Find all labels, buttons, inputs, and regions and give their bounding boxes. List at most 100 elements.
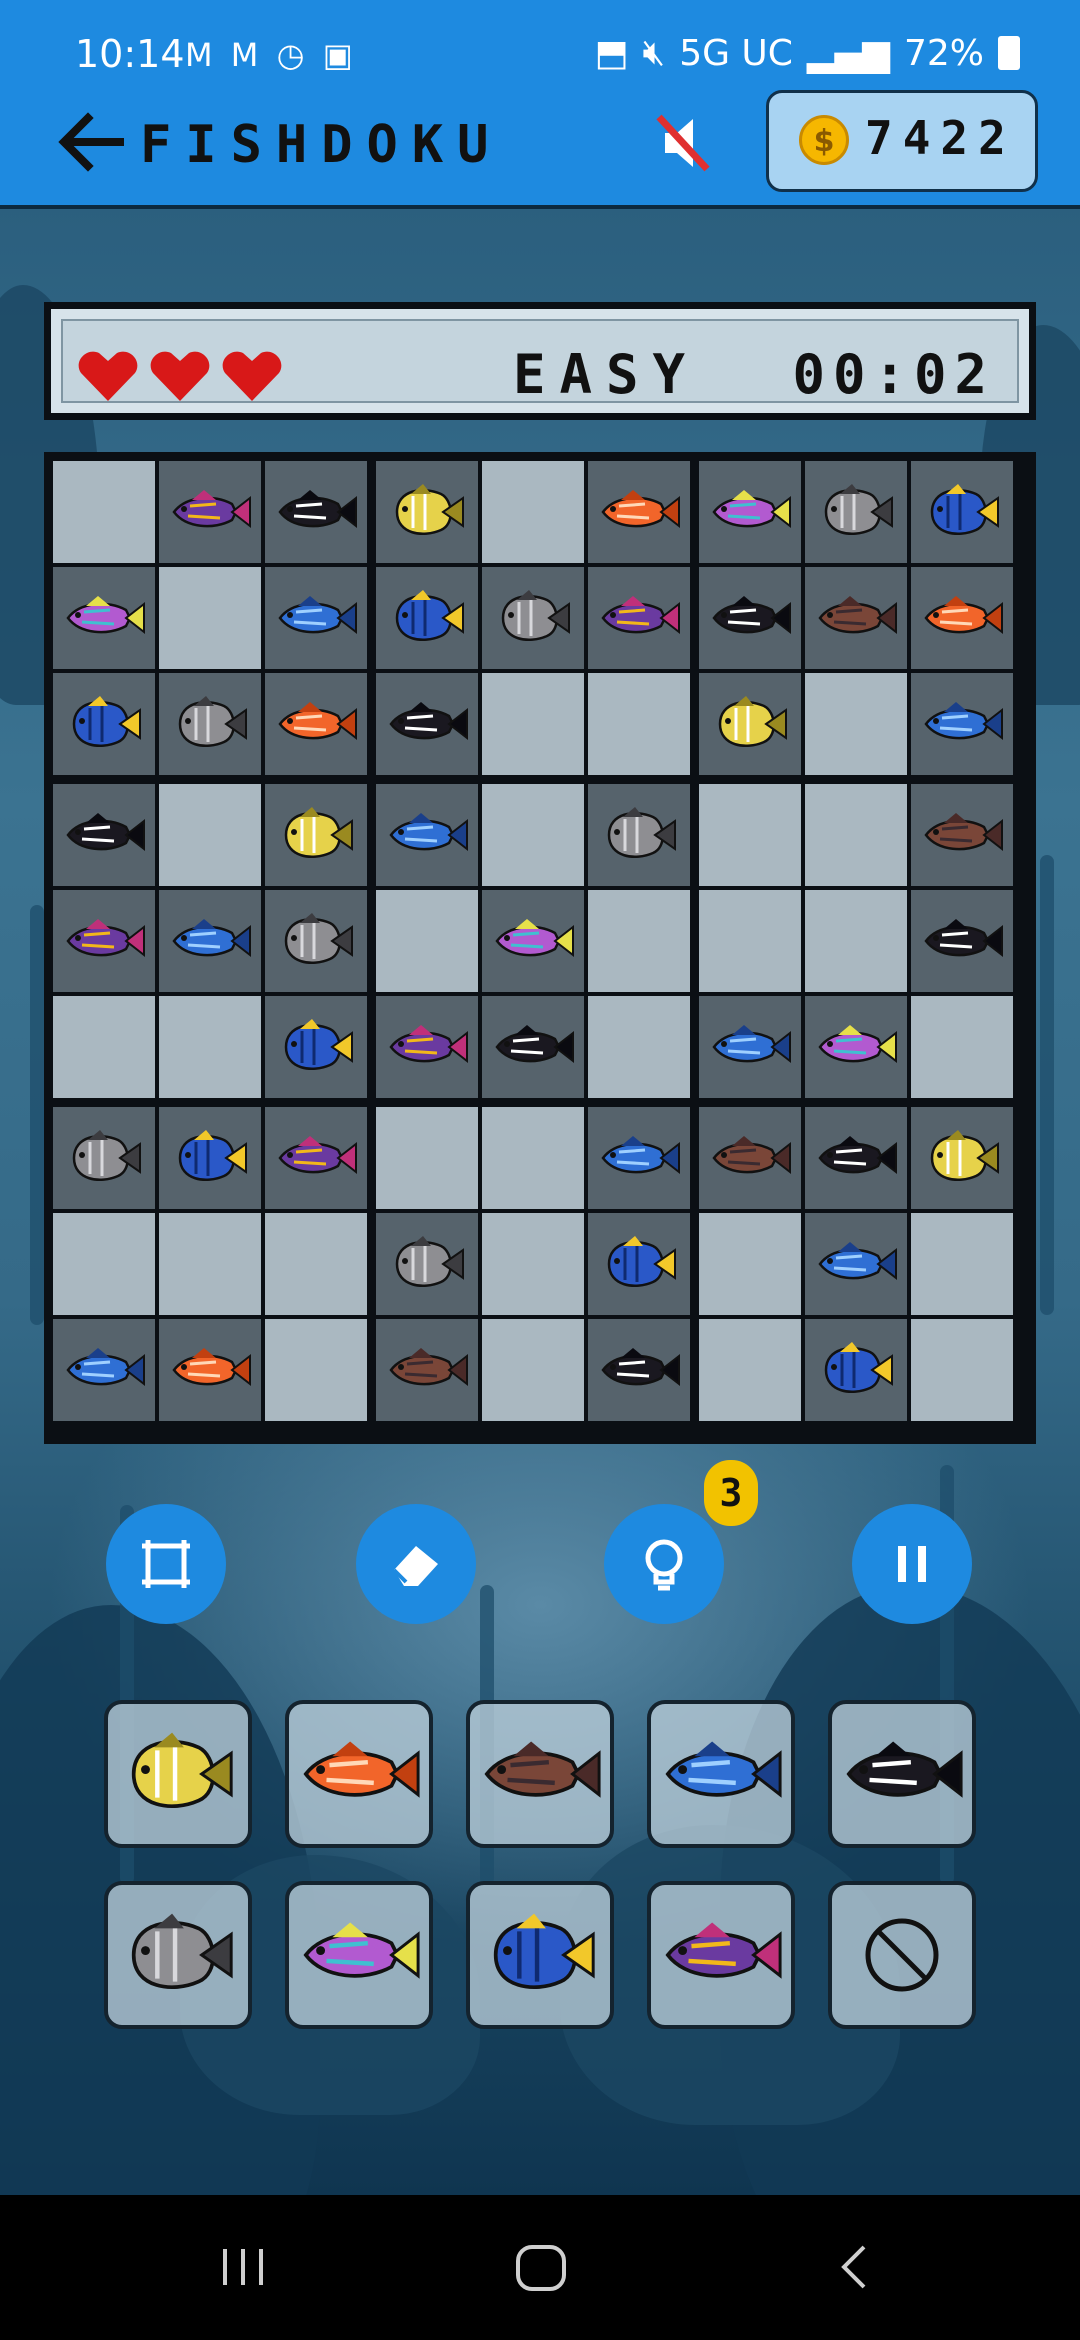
board-cell[interactable]: [588, 567, 690, 669]
board-cell[interactable]: [53, 1213, 155, 1315]
palette-blue-chromis-button[interactable]: [647, 1700, 795, 1848]
board-cell[interactable]: [159, 996, 261, 1098]
board-cell[interactable]: [482, 1213, 584, 1315]
board-cell[interactable]: [588, 1213, 690, 1315]
board-cell[interactable]: [482, 567, 584, 669]
hint-button[interactable]: [604, 1504, 724, 1624]
board-cell[interactable]: [588, 996, 690, 1098]
board-cell[interactable]: [159, 673, 261, 775]
board-cell[interactable]: [376, 1319, 478, 1421]
board-cell[interactable]: [805, 1213, 907, 1315]
board-cell[interactable]: [911, 784, 1013, 886]
palette-butterflyfish-button[interactable]: [104, 1700, 252, 1848]
board-cell[interactable]: [376, 1213, 478, 1315]
board-cell[interactable]: [482, 890, 584, 992]
palette-royal-dottyback-button[interactable]: [647, 1881, 795, 2029]
board-cell[interactable]: [911, 673, 1013, 775]
recent-apps-icon[interactable]: [215, 2235, 271, 2299]
board-cell[interactable]: [482, 996, 584, 1098]
board-cell[interactable]: [53, 784, 155, 886]
board-cell[interactable]: [376, 996, 478, 1098]
palette-blue-tang-button[interactable]: [466, 1881, 614, 2029]
palette-wrasse-button[interactable]: [285, 1881, 433, 2029]
palette-grey-angelfish-button[interactable]: [104, 1881, 252, 2029]
board-cell[interactable]: [53, 1107, 155, 1209]
board-cell[interactable]: [159, 461, 261, 563]
board-cell[interactable]: [699, 567, 801, 669]
board-cell[interactable]: [699, 996, 801, 1098]
board-cell[interactable]: [53, 673, 155, 775]
board-cell[interactable]: [699, 1213, 801, 1315]
board-cell[interactable]: [911, 996, 1013, 1098]
board-cell[interactable]: [482, 1107, 584, 1209]
board-cell[interactable]: [805, 1319, 907, 1421]
board-cell[interactable]: [805, 784, 907, 886]
back-nav-icon[interactable]: [828, 2235, 884, 2299]
board-cell[interactable]: [911, 1107, 1013, 1209]
board-cell[interactable]: [805, 673, 907, 775]
board-cell[interactable]: [482, 784, 584, 886]
board-cell[interactable]: [482, 461, 584, 563]
board-cell[interactable]: [265, 461, 367, 563]
board-cell[interactable]: [376, 673, 478, 775]
board-cell[interactable]: [805, 996, 907, 1098]
board-cell[interactable]: [911, 1213, 1013, 1315]
board-cell[interactable]: [265, 1107, 367, 1209]
palette-brown-fish-button[interactable]: [466, 1700, 614, 1848]
board-cell[interactable]: [159, 567, 261, 669]
board-cell[interactable]: [588, 890, 690, 992]
board-cell[interactable]: [699, 461, 801, 563]
board-cell[interactable]: [265, 567, 367, 669]
board-cell[interactable]: [159, 784, 261, 886]
board-cell[interactable]: [911, 461, 1013, 563]
palette-hawkfish-button[interactable]: [285, 1700, 433, 1848]
board-cell[interactable]: [911, 890, 1013, 992]
board-cell[interactable]: [376, 461, 478, 563]
board-cell[interactable]: [265, 890, 367, 992]
board-cell[interactable]: [53, 890, 155, 992]
board-cell[interactable]: [805, 1107, 907, 1209]
board-cell[interactable]: [588, 1107, 690, 1209]
board-cell[interactable]: [588, 1319, 690, 1421]
board-cell[interactable]: [588, 461, 690, 563]
board-cell[interactable]: [588, 784, 690, 886]
board-cell[interactable]: [911, 1319, 1013, 1421]
sound-muted-icon[interactable]: [655, 113, 711, 173]
board-cell[interactable]: [482, 1319, 584, 1421]
board-cell[interactable]: [159, 1107, 261, 1209]
board-cell[interactable]: [699, 1319, 801, 1421]
board-cell[interactable]: [699, 784, 801, 886]
palette-clear-button[interactable]: [828, 1881, 976, 2029]
notes-button[interactable]: [106, 1504, 226, 1624]
board-cell[interactable]: [265, 1319, 367, 1421]
board-cell[interactable]: [588, 673, 690, 775]
board-cell[interactable]: [911, 567, 1013, 669]
board-cell[interactable]: [53, 1319, 155, 1421]
board-cell[interactable]: [265, 1213, 367, 1315]
board-cell[interactable]: [805, 461, 907, 563]
back-arrow-icon[interactable]: [58, 112, 128, 172]
pause-button[interactable]: [852, 1504, 972, 1624]
board-cell[interactable]: [53, 461, 155, 563]
palette-sweetlips-button[interactable]: [828, 1700, 976, 1848]
erase-button[interactable]: [356, 1504, 476, 1624]
board-cell[interactable]: [159, 890, 261, 992]
board-cell[interactable]: [699, 890, 801, 992]
board-cell[interactable]: [805, 567, 907, 669]
board-cell[interactable]: [159, 1319, 261, 1421]
board-cell[interactable]: [265, 784, 367, 886]
board-cell[interactable]: [699, 1107, 801, 1209]
board-cell[interactable]: [376, 1107, 478, 1209]
board-cell[interactable]: [159, 1213, 261, 1315]
board-cell[interactable]: [376, 784, 478, 886]
board-cell[interactable]: [265, 996, 367, 1098]
board-cell[interactable]: [53, 567, 155, 669]
board-cell[interactable]: [805, 890, 907, 992]
board-cell[interactable]: [699, 673, 801, 775]
board-cell[interactable]: [53, 996, 155, 1098]
board-cell[interactable]: [482, 673, 584, 775]
board-cell[interactable]: [376, 567, 478, 669]
home-icon[interactable]: [510, 2235, 574, 2299]
board-cell[interactable]: [376, 890, 478, 992]
board-cell[interactable]: [265, 673, 367, 775]
